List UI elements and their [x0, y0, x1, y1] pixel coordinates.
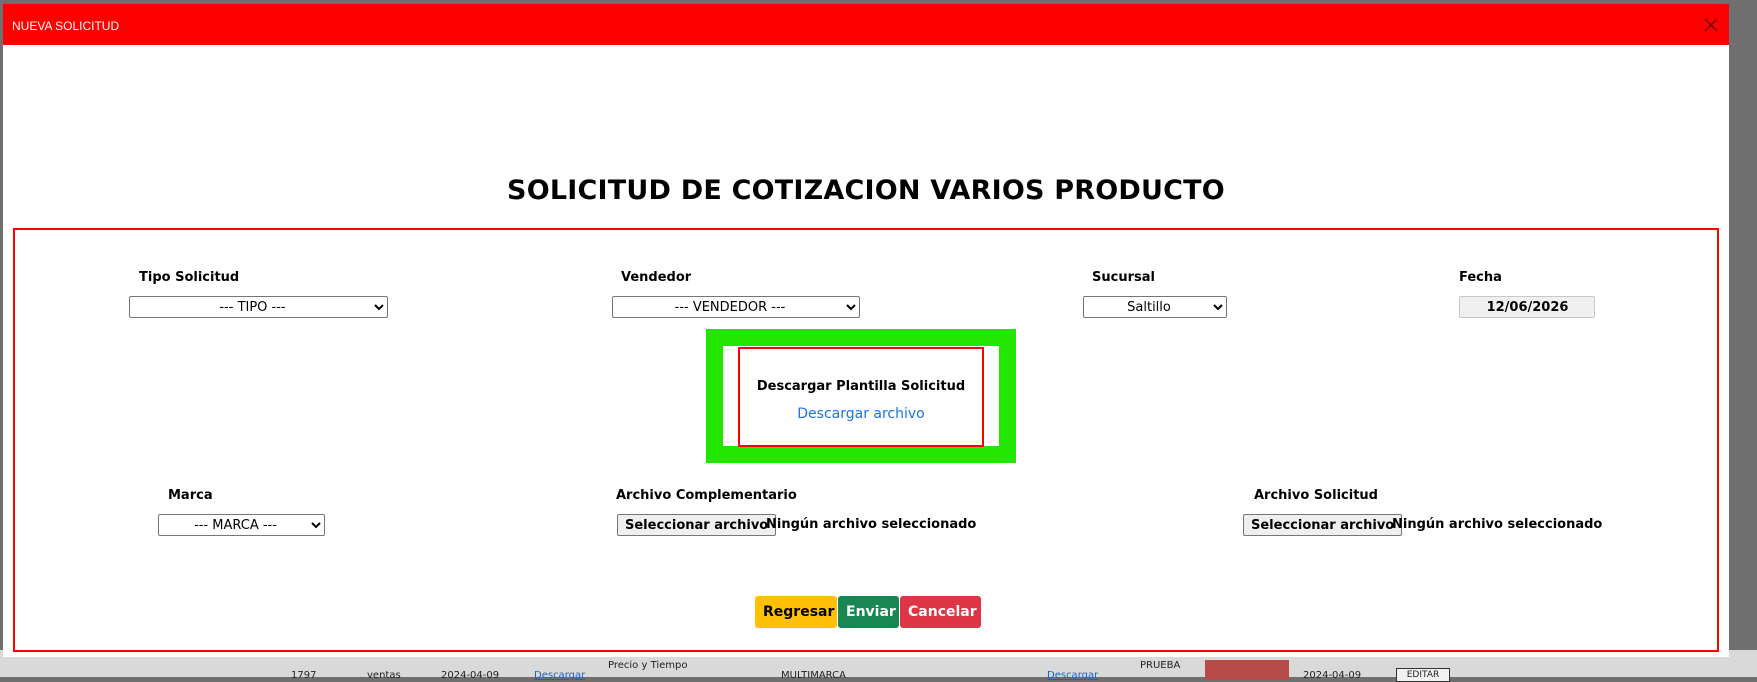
- row-date-2: 2024-04-09: [1303, 670, 1362, 681]
- archivo-complementario-label: Archivo Complementario: [616, 488, 797, 503]
- tipo-solicitud-select[interactable]: --- TIPO ---: [129, 296, 388, 318]
- sucursal-select[interactable]: Saltillo: [1083, 296, 1227, 318]
- close-icon[interactable]: [1699, 13, 1723, 37]
- row-status-button[interactable]: [1205, 660, 1289, 680]
- enviar-button[interactable]: Enviar: [838, 596, 899, 628]
- request-form: Tipo Solicitud --- TIPO --- Vendedor ---…: [13, 228, 1719, 652]
- row-id: 1797: [291, 670, 317, 681]
- row-download-link[interactable]: Descargar: [534, 670, 585, 681]
- archivo-complementario-button[interactable]: Seleccionar archivo: [617, 514, 777, 536]
- cancelar-button[interactable]: Cancelar: [900, 596, 981, 628]
- marca-label: Marca: [168, 488, 213, 503]
- row-note: PRUEBA: [1140, 660, 1181, 671]
- form-title: SOLICITUD DE COTIZACION VARIOS PRODUCTO: [507, 175, 1225, 206]
- download-template-box: Descargar Plantilla Solicitud Descargar …: [738, 347, 984, 447]
- new-request-modal: NUEVA SOLICITUD SOLICITUD DE COTIZACION …: [3, 4, 1729, 657]
- tipo-solicitud-label: Tipo Solicitud: [139, 270, 240, 285]
- modal-title: NUEVA SOLICITUD: [12, 19, 120, 33]
- sucursal-label: Sucursal: [1092, 270, 1155, 285]
- row-edit-button[interactable]: EDITAR: [1396, 668, 1450, 682]
- archivo-solicitud-label: Archivo Solicitud: [1254, 488, 1378, 503]
- download-file-link[interactable]: Descargar archivo: [740, 406, 982, 422]
- row-download-link-2[interactable]: Descargar: [1047, 670, 1098, 681]
- download-template-highlight: Descargar Plantilla Solicitud Descargar …: [706, 329, 1016, 463]
- fecha-input[interactable]: [1459, 296, 1595, 318]
- marca-select[interactable]: --- MARCA ---: [158, 514, 325, 536]
- vendedor-label: Vendedor: [621, 270, 692, 285]
- row-brand: MULTIMARCA: [781, 670, 846, 681]
- archivo-complementario-status: Ningún archivo seleccionado: [766, 517, 977, 532]
- row-user: ventas: [367, 670, 401, 681]
- regresar-button[interactable]: Regresar: [755, 596, 837, 628]
- archivo-solicitud-button[interactable]: Seleccionar archivo: [1243, 514, 1403, 536]
- vendedor-select[interactable]: --- VENDEDOR ---: [612, 296, 860, 318]
- download-template-label: Descargar Plantilla Solicitud: [756, 379, 966, 394]
- modal-header: NUEVA SOLICITUD: [3, 4, 1729, 45]
- row-type: Precio y Tiempo: [608, 660, 688, 671]
- fecha-label: Fecha: [1459, 270, 1502, 285]
- row-date: 2024-04-09: [441, 670, 500, 681]
- archivo-solicitud-status: Ningún archivo seleccionado: [1392, 517, 1603, 532]
